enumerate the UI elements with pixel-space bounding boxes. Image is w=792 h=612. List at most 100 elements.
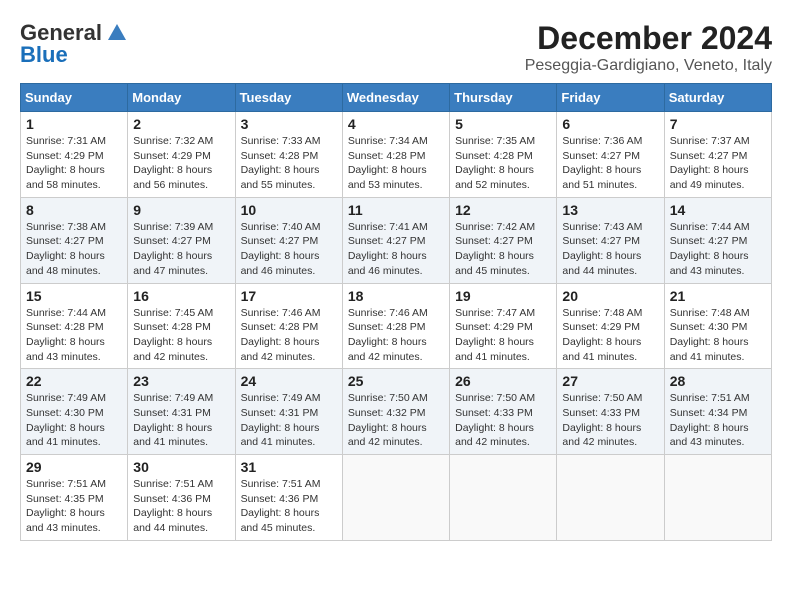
day-number: 5	[455, 116, 551, 132]
day-info: Sunrise: 7:48 AMSunset: 4:30 PMDaylight:…	[670, 307, 750, 363]
calendar-cell: 12 Sunrise: 7:42 AMSunset: 4:27 PMDaylig…	[450, 197, 557, 283]
day-info: Sunrise: 7:50 AMSunset: 4:32 PMDaylight:…	[348, 392, 428, 448]
day-number: 1	[26, 116, 122, 132]
day-number: 15	[26, 288, 122, 304]
calendar-cell: 10 Sunrise: 7:40 AMSunset: 4:27 PMDaylig…	[235, 197, 342, 283]
calendar-cell	[450, 455, 557, 541]
calendar-cell: 11 Sunrise: 7:41 AMSunset: 4:27 PMDaylig…	[342, 197, 449, 283]
day-info: Sunrise: 7:49 AMSunset: 4:31 PMDaylight:…	[241, 392, 321, 448]
weekday-header: Wednesday	[342, 84, 449, 112]
calendar-cell	[664, 455, 771, 541]
calendar-cell: 8 Sunrise: 7:38 AMSunset: 4:27 PMDayligh…	[21, 197, 128, 283]
day-info: Sunrise: 7:39 AMSunset: 4:27 PMDaylight:…	[133, 221, 213, 277]
day-number: 11	[348, 202, 444, 218]
calendar: SundayMondayTuesdayWednesdayThursdayFrid…	[20, 83, 772, 541]
calendar-cell: 5 Sunrise: 7:35 AMSunset: 4:28 PMDayligh…	[450, 112, 557, 198]
day-number: 12	[455, 202, 551, 218]
day-info: Sunrise: 7:37 AMSunset: 4:27 PMDaylight:…	[670, 135, 750, 191]
calendar-cell: 18 Sunrise: 7:46 AMSunset: 4:28 PMDaylig…	[342, 283, 449, 369]
day-info: Sunrise: 7:32 AMSunset: 4:29 PMDaylight:…	[133, 135, 213, 191]
day-info: Sunrise: 7:49 AMSunset: 4:31 PMDaylight:…	[133, 392, 213, 448]
weekday-header: Tuesday	[235, 84, 342, 112]
calendar-cell: 28 Sunrise: 7:51 AMSunset: 4:34 PMDaylig…	[664, 369, 771, 455]
day-number: 8	[26, 202, 122, 218]
day-info: Sunrise: 7:40 AMSunset: 4:27 PMDaylight:…	[241, 221, 321, 277]
day-info: Sunrise: 7:45 AMSunset: 4:28 PMDaylight:…	[133, 307, 213, 363]
day-info: Sunrise: 7:46 AMSunset: 4:28 PMDaylight:…	[348, 307, 428, 363]
calendar-cell	[342, 455, 449, 541]
day-info: Sunrise: 7:42 AMSunset: 4:27 PMDaylight:…	[455, 221, 535, 277]
calendar-cell: 30 Sunrise: 7:51 AMSunset: 4:36 PMDaylig…	[128, 455, 235, 541]
day-info: Sunrise: 7:35 AMSunset: 4:28 PMDaylight:…	[455, 135, 535, 191]
calendar-cell: 31 Sunrise: 7:51 AMSunset: 4:36 PMDaylig…	[235, 455, 342, 541]
location-title: Peseggia-Gardigiano, Veneto, Italy	[525, 57, 772, 75]
day-info: Sunrise: 7:34 AMSunset: 4:28 PMDaylight:…	[348, 135, 428, 191]
day-info: Sunrise: 7:41 AMSunset: 4:27 PMDaylight:…	[348, 221, 428, 277]
calendar-cell	[557, 455, 664, 541]
day-info: Sunrise: 7:47 AMSunset: 4:29 PMDaylight:…	[455, 307, 535, 363]
day-number: 27	[562, 373, 658, 389]
day-info: Sunrise: 7:36 AMSunset: 4:27 PMDaylight:…	[562, 135, 642, 191]
day-number: 16	[133, 288, 229, 304]
weekday-header: Sunday	[21, 84, 128, 112]
day-info: Sunrise: 7:38 AMSunset: 4:27 PMDaylight:…	[26, 221, 106, 277]
calendar-cell: 22 Sunrise: 7:49 AMSunset: 4:30 PMDaylig…	[21, 369, 128, 455]
day-number: 22	[26, 373, 122, 389]
day-info: Sunrise: 7:31 AMSunset: 4:29 PMDaylight:…	[26, 135, 106, 191]
day-number: 10	[241, 202, 337, 218]
calendar-cell: 4 Sunrise: 7:34 AMSunset: 4:28 PMDayligh…	[342, 112, 449, 198]
calendar-cell: 7 Sunrise: 7:37 AMSunset: 4:27 PMDayligh…	[664, 112, 771, 198]
day-number: 6	[562, 116, 658, 132]
calendar-cell: 1 Sunrise: 7:31 AMSunset: 4:29 PMDayligh…	[21, 112, 128, 198]
day-info: Sunrise: 7:44 AMSunset: 4:28 PMDaylight:…	[26, 307, 106, 363]
calendar-cell: 6 Sunrise: 7:36 AMSunset: 4:27 PMDayligh…	[557, 112, 664, 198]
day-number: 2	[133, 116, 229, 132]
day-number: 23	[133, 373, 229, 389]
day-info: Sunrise: 7:49 AMSunset: 4:30 PMDaylight:…	[26, 392, 106, 448]
day-info: Sunrise: 7:50 AMSunset: 4:33 PMDaylight:…	[455, 392, 535, 448]
day-info: Sunrise: 7:44 AMSunset: 4:27 PMDaylight:…	[670, 221, 750, 277]
calendar-cell: 24 Sunrise: 7:49 AMSunset: 4:31 PMDaylig…	[235, 369, 342, 455]
calendar-cell: 20 Sunrise: 7:48 AMSunset: 4:29 PMDaylig…	[557, 283, 664, 369]
day-number: 28	[670, 373, 766, 389]
day-info: Sunrise: 7:51 AMSunset: 4:35 PMDaylight:…	[26, 478, 106, 534]
day-number: 13	[562, 202, 658, 218]
day-number: 4	[348, 116, 444, 132]
day-number: 30	[133, 459, 229, 475]
calendar-cell: 27 Sunrise: 7:50 AMSunset: 4:33 PMDaylig…	[557, 369, 664, 455]
calendar-cell: 19 Sunrise: 7:47 AMSunset: 4:29 PMDaylig…	[450, 283, 557, 369]
day-number: 25	[348, 373, 444, 389]
day-number: 20	[562, 288, 658, 304]
weekday-header: Friday	[557, 84, 664, 112]
weekday-header: Thursday	[450, 84, 557, 112]
calendar-cell: 14 Sunrise: 7:44 AMSunset: 4:27 PMDaylig…	[664, 197, 771, 283]
page-header: General Blue December 2024 Peseggia-Gard…	[20, 20, 772, 75]
calendar-cell: 17 Sunrise: 7:46 AMSunset: 4:28 PMDaylig…	[235, 283, 342, 369]
day-number: 24	[241, 373, 337, 389]
day-number: 14	[670, 202, 766, 218]
day-info: Sunrise: 7:43 AMSunset: 4:27 PMDaylight:…	[562, 221, 642, 277]
logo-blue: Blue	[20, 42, 68, 68]
day-number: 7	[670, 116, 766, 132]
day-number: 21	[670, 288, 766, 304]
calendar-cell: 13 Sunrise: 7:43 AMSunset: 4:27 PMDaylig…	[557, 197, 664, 283]
day-info: Sunrise: 7:51 AMSunset: 4:36 PMDaylight:…	[241, 478, 321, 534]
weekday-header: Saturday	[664, 84, 771, 112]
day-info: Sunrise: 7:50 AMSunset: 4:33 PMDaylight:…	[562, 392, 642, 448]
day-number: 9	[133, 202, 229, 218]
month-title: December 2024	[525, 20, 772, 57]
calendar-cell: 15 Sunrise: 7:44 AMSunset: 4:28 PMDaylig…	[21, 283, 128, 369]
day-number: 18	[348, 288, 444, 304]
day-number: 29	[26, 459, 122, 475]
day-info: Sunrise: 7:51 AMSunset: 4:34 PMDaylight:…	[670, 392, 750, 448]
calendar-cell: 21 Sunrise: 7:48 AMSunset: 4:30 PMDaylig…	[664, 283, 771, 369]
day-number: 3	[241, 116, 337, 132]
logo: General Blue	[20, 20, 128, 68]
day-info: Sunrise: 7:46 AMSunset: 4:28 PMDaylight:…	[241, 307, 321, 363]
day-info: Sunrise: 7:51 AMSunset: 4:36 PMDaylight:…	[133, 478, 213, 534]
title-area: December 2024 Peseggia-Gardigiano, Venet…	[525, 20, 772, 75]
calendar-cell: 2 Sunrise: 7:32 AMSunset: 4:29 PMDayligh…	[128, 112, 235, 198]
day-number: 17	[241, 288, 337, 304]
logo-icon	[106, 22, 128, 44]
weekday-header: Monday	[128, 84, 235, 112]
